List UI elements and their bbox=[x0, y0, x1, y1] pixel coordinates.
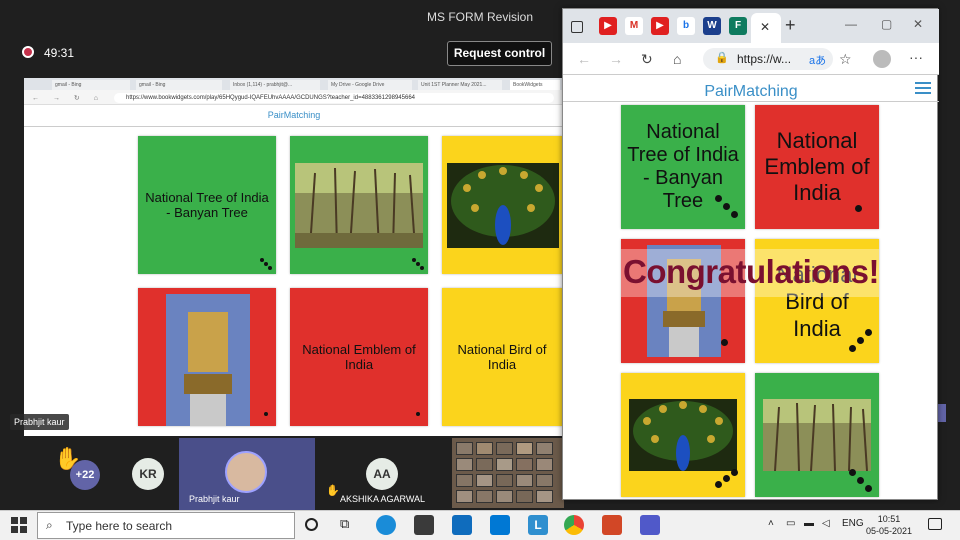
new-tab-icon[interactable]: + bbox=[785, 15, 796, 36]
browser-card-tree-text[interactable]: National Tree of India - Banyan Tree bbox=[621, 105, 745, 229]
clock-time: 10:51 bbox=[877, 514, 901, 524]
read-aloud-icon[interactable]: aあ bbox=[809, 52, 826, 68]
shared-card-emblem-image bbox=[138, 288, 276, 426]
taskbar-clock[interactable]: 10:51 05-05-2021 bbox=[866, 513, 912, 537]
teams-icon[interactable] bbox=[640, 515, 660, 535]
home-icon[interactable]: ⌂ bbox=[673, 51, 681, 67]
shared-tab: gmail - Bing bbox=[136, 80, 222, 90]
browser-tab-strip: ▶ M ▶ b W F ✕ + — ▢ ✕ bbox=[563, 9, 939, 43]
participant-name: Prabhjit kaur bbox=[189, 494, 240, 504]
gmail-tab-icon[interactable]: M bbox=[625, 17, 643, 35]
lock-icon: 🔒 bbox=[715, 52, 729, 64]
youtube-tab-icon[interactable]: ▶ bbox=[599, 17, 617, 35]
browser-card-banyan-image[interactable] bbox=[755, 373, 879, 497]
emblem-image bbox=[166, 294, 250, 426]
store-icon[interactable] bbox=[414, 515, 434, 535]
edge-icon[interactable] bbox=[376, 515, 396, 535]
shared-tab: My Drive - Google Drive bbox=[328, 80, 412, 90]
video-gallery[interactable] bbox=[452, 438, 564, 508]
clock-date: 05-05-2021 bbox=[866, 526, 913, 536]
tray-battery-icon[interactable]: ▬ bbox=[804, 518, 814, 529]
back-icon[interactable]: ← bbox=[577, 51, 591, 67]
notification-icon[interactable] bbox=[928, 518, 942, 530]
participant-name: AKSHIKA AGARWAL bbox=[340, 494, 426, 504]
profile-avatar[interactable] bbox=[873, 50, 891, 68]
mail-icon[interactable] bbox=[452, 515, 472, 535]
browser-card-emblem-text[interactable]: National Emblem of India bbox=[755, 105, 879, 229]
site-tab-icon[interactable]: W bbox=[703, 17, 721, 35]
shared-card-banyan-image bbox=[290, 136, 428, 274]
shared-brand: PairMatching bbox=[267, 110, 321, 120]
card-text: National Tree of India - Banyan Tree bbox=[627, 121, 739, 212]
tab-actions-icon[interactable] bbox=[571, 21, 583, 33]
presenter-name-label: Prabhjit kaur bbox=[10, 414, 69, 430]
browser-card-peacock-image[interactable] bbox=[621, 373, 745, 497]
peacock-image bbox=[629, 399, 737, 471]
taskbar-search-box[interactable]: ⌕ Type here to search bbox=[37, 512, 295, 539]
cortana-icon[interactable] bbox=[305, 518, 318, 531]
tray-volume-icon[interactable]: ◁ bbox=[822, 518, 830, 529]
peacock-image bbox=[447, 163, 559, 248]
tray-network-icon[interactable]: ▭ bbox=[786, 518, 795, 529]
shared-url: https://www.bookwidgets.com/play/65HQygu… bbox=[114, 93, 554, 103]
shared-card-tree-text: National Tree of India - Banyan Tree bbox=[138, 136, 276, 274]
search-icon: ⌕ bbox=[46, 518, 53, 532]
close-tab-icon[interactable]: ✕ bbox=[760, 20, 770, 34]
request-control-button[interactable]: Request control bbox=[447, 41, 552, 66]
browser-window: ▶ M ▶ b W F ✕ + — ▢ ✕ ← → ↻ ⌂ 🔒 https://… bbox=[562, 8, 939, 500]
shared-nav-icons: ← → ↻ ⌂ bbox=[32, 95, 104, 102]
shared-tab: gmail - Bing bbox=[52, 80, 130, 90]
shared-tab-active: BookWidgets bbox=[510, 80, 560, 90]
card-text: National Bird of India bbox=[457, 342, 547, 372]
divider bbox=[24, 126, 564, 127]
active-tab[interactable]: ✕ bbox=[751, 13, 781, 43]
powerpoint-icon[interactable] bbox=[602, 515, 622, 535]
close-window-icon[interactable]: ✕ bbox=[913, 17, 923, 31]
forms-tab-icon[interactable]: F bbox=[729, 17, 747, 35]
participant-tile-active[interactable]: Prabhjit kaur bbox=[179, 438, 315, 510]
chrome-icon[interactable] bbox=[564, 515, 584, 535]
divider bbox=[563, 101, 939, 102]
maximize-icon[interactable]: ▢ bbox=[881, 17, 892, 31]
favorite-icon[interactable]: ☆ bbox=[839, 51, 852, 68]
refresh-icon[interactable]: ↻ bbox=[641, 51, 653, 68]
task-view-icon[interactable]: ⧉ bbox=[340, 516, 349, 532]
shared-screen: gmail - Bing gmail - Bing Inbox (1,114) … bbox=[24, 78, 564, 436]
shared-tab-strip: gmail - Bing gmail - Bing Inbox (1,114) … bbox=[24, 78, 564, 90]
participant-avatar[interactable]: KR bbox=[132, 458, 164, 490]
browser-address-bar: ← → ↻ ⌂ 🔒 https://w... aあ ☆ ··· bbox=[563, 43, 939, 75]
recording-icon bbox=[22, 46, 34, 58]
shared-card-emblem-text: National Emblem of India bbox=[290, 288, 428, 426]
shared-card-bird-text: National Bird of India bbox=[442, 288, 562, 426]
banyan-tree-image bbox=[295, 163, 423, 248]
raise-hand-count: +22 bbox=[70, 460, 100, 490]
windows-start-icon[interactable] bbox=[11, 517, 27, 533]
congratulations-banner: Congratulations! bbox=[623, 253, 879, 290]
tray-chevron-icon[interactable]: ˄ bbox=[768, 518, 774, 529]
shared-tab: Unit 1ST Planner May 2021... bbox=[418, 80, 502, 90]
forward-icon[interactable]: → bbox=[609, 51, 623, 67]
hamburger-menu-icon[interactable] bbox=[915, 79, 931, 97]
side-handle[interactable] bbox=[938, 404, 946, 422]
participant-photo bbox=[225, 451, 267, 493]
url-text: https://w... bbox=[737, 52, 792, 66]
card-text: National Tree of India - Banyan Tree bbox=[145, 190, 269, 220]
raise-hand-icon: ✋ bbox=[326, 485, 340, 497]
more-menu-icon[interactable]: ··· bbox=[909, 49, 923, 65]
minimize-icon[interactable]: — bbox=[845, 17, 857, 31]
bing-tab-icon[interactable]: b bbox=[677, 17, 695, 35]
participant-avatar[interactable]: AA bbox=[366, 458, 398, 490]
linkedin-icon[interactable]: L bbox=[528, 515, 548, 535]
banyan-tree-image bbox=[763, 399, 871, 471]
card-text: National Emblem of India bbox=[302, 342, 416, 372]
meeting-timer: 49:31 bbox=[44, 46, 75, 60]
browser-brand: PairMatching bbox=[704, 83, 798, 100]
shared-address-bar: ← → ↻ ⌂ https://www.bookwidgets.com/play… bbox=[24, 90, 564, 105]
app-icon[interactable] bbox=[490, 515, 510, 535]
tray-language[interactable]: ENG bbox=[842, 518, 864, 529]
youtube-tab-icon[interactable]: ▶ bbox=[651, 17, 669, 35]
shared-tab: Inbox (1,114) - prabhjit@... bbox=[230, 80, 320, 90]
search-placeholder: Type here to search bbox=[66, 519, 173, 533]
shared-card-peacock-image bbox=[442, 136, 562, 274]
